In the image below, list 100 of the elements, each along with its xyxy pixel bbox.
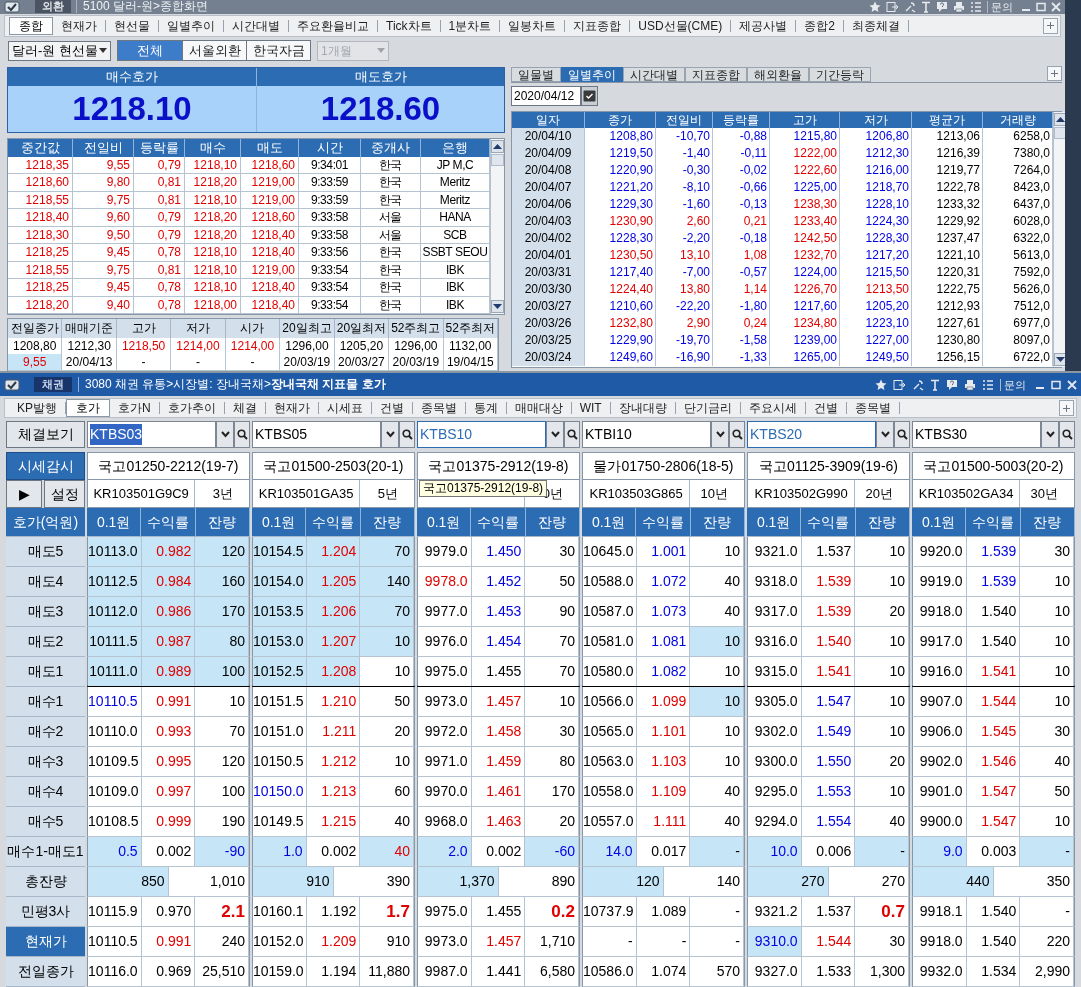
text-icon[interactable]: [930, 378, 940, 391]
tab[interactable]: 일별추이: [159, 19, 224, 32]
tab[interactable]: 시세표: [318, 402, 372, 414]
table-cell: 9,45: [73, 279, 134, 297]
tab[interactable]: 건별: [805, 402, 847, 414]
calendar-icon[interactable]: [581, 85, 598, 106]
close-icon[interactable]: [1051, 1, 1061, 12]
scroll-thumb[interactable]: [491, 153, 504, 166]
table-cell: 1218,10: [185, 156, 241, 174]
inquiry-button[interactable]: 문의: [1000, 378, 1029, 391]
market-dropdown[interactable]: 달러-원 현선물: [8, 40, 111, 61]
tab[interactable]: 1분차트: [440, 19, 501, 32]
source-button[interactable]: 한국자금: [246, 41, 310, 61]
window-badge: 채권: [34, 377, 72, 392]
tab[interactable]: 시간대별: [623, 66, 685, 82]
tab[interactable]: 일물별: [511, 66, 561, 82]
code-field[interactable]: KTBI10: [582, 421, 711, 448]
export-icon[interactable]: [893, 378, 906, 391]
source-button[interactable]: 서울외환: [182, 41, 246, 61]
tab[interactable]: 제공사별: [731, 19, 797, 32]
date-field[interactable]: 2020/04/12: [511, 85, 581, 106]
tab[interactable]: 장내대량: [610, 402, 676, 414]
tab[interactable]: USD선물(CME): [630, 19, 732, 32]
dropdown-icon[interactable]: [381, 421, 399, 448]
view-trades-button[interactable]: 체결보기: [6, 421, 85, 448]
code-field[interactable]: KTBS10: [417, 421, 546, 448]
tab[interactable]: 통계: [465, 402, 507, 414]
search-icon[interactable]: [1059, 421, 1075, 448]
list-icon[interactable]: [970, 0, 982, 13]
wrench-icon[interactable]: [912, 378, 924, 391]
watch-button[interactable]: 시세감시: [6, 452, 85, 480]
search-icon[interactable]: [894, 421, 910, 448]
source-button[interactable]: 전체: [118, 41, 182, 61]
code-field[interactable]: KTBS05: [252, 421, 381, 448]
code-field[interactable]: KTBS30: [912, 421, 1041, 448]
tab[interactable]: 종합2: [796, 19, 844, 32]
dropdown-icon[interactable]: [1041, 421, 1059, 448]
maximize-icon[interactable]: [1036, 1, 1046, 12]
tab[interactable]: 일봉차트: [500, 19, 566, 32]
tab[interactable]: 현재가: [265, 402, 319, 414]
text-icon[interactable]: [921, 0, 931, 13]
search-icon[interactable]: [564, 421, 580, 448]
tab[interactable]: 종목별: [412, 402, 466, 414]
table-cell: 1232,80: [585, 314, 656, 332]
export-icon[interactable]: [886, 0, 899, 13]
tab[interactable]: 호가: [66, 399, 110, 417]
search-icon[interactable]: [399, 421, 415, 448]
play-button[interactable]: ▶: [6, 480, 42, 508]
list-icon[interactable]: [982, 378, 994, 391]
tab[interactable]: 체결: [224, 402, 266, 414]
tab[interactable]: 단기금리: [675, 402, 741, 414]
maximize-icon[interactable]: [1051, 379, 1061, 390]
tab[interactable]: 종목별: [846, 402, 900, 414]
dropdown-icon[interactable]: [876, 421, 894, 448]
print-icon[interactable]: [953, 0, 965, 13]
code-field[interactable]: KTBS03: [87, 421, 216, 448]
column-header: 종가: [585, 111, 656, 128]
scroll-down-icon[interactable]: [491, 299, 504, 313]
scroll-up-icon[interactable]: [491, 139, 504, 153]
wrench-icon[interactable]: [904, 0, 916, 13]
tab[interactable]: 건별: [371, 402, 413, 414]
star-icon[interactable]: [869, 0, 881, 13]
tab[interactable]: 지표종합: [685, 66, 747, 82]
inquiry-button[interactable]: 문의: [987, 0, 1016, 13]
close-icon[interactable]: [1067, 379, 1077, 390]
tab[interactable]: 기간등락: [809, 66, 871, 82]
help-icon[interactable]: [946, 378, 958, 391]
add-tab-icon[interactable]: [1043, 17, 1058, 34]
tab[interactable]: 종합: [9, 16, 53, 35]
tab[interactable]: 일별추이: [561, 66, 623, 82]
tab[interactable]: 최종체결: [843, 19, 909, 32]
add-tab-icon[interactable]: [1047, 65, 1062, 81]
tab[interactable]: 주요환율비교: [289, 19, 378, 32]
search-icon[interactable]: [234, 421, 250, 448]
star-icon[interactable]: [875, 378, 887, 391]
table-cell: 40: [1020, 747, 1074, 776]
tab[interactable]: 시간대별: [224, 19, 289, 32]
search-icon[interactable]: [729, 421, 745, 448]
code-field[interactable]: KTBS20: [747, 421, 876, 448]
table-cell: 20: [525, 807, 579, 836]
tab[interactable]: 호가추이: [159, 402, 225, 414]
dropdown-icon[interactable]: [216, 421, 234, 448]
tab[interactable]: Tick차트: [378, 19, 441, 32]
settings-button[interactable]: 설정: [44, 480, 85, 508]
tab[interactable]: 주요시세: [740, 402, 806, 414]
tab[interactable]: 매매대상: [506, 402, 572, 414]
dropdown-icon[interactable]: [546, 421, 564, 448]
tab[interactable]: WIT: [571, 402, 611, 414]
help-icon[interactable]: [936, 0, 948, 13]
tab[interactable]: 현선물: [106, 19, 159, 32]
table-cell: 9979.0: [418, 537, 472, 566]
add-tab-icon[interactable]: [1059, 400, 1074, 416]
dropdown-icon[interactable]: [711, 421, 729, 448]
tab[interactable]: 지표종합: [565, 19, 631, 32]
table-cell: 9906.0: [913, 717, 967, 746]
tab[interactable]: 현재가: [53, 19, 106, 32]
tab[interactable]: 해외환율: [747, 66, 809, 82]
print-icon[interactable]: [964, 378, 976, 391]
scrollbar[interactable]: [490, 138, 504, 314]
tab[interactable]: 호가N: [110, 402, 160, 414]
